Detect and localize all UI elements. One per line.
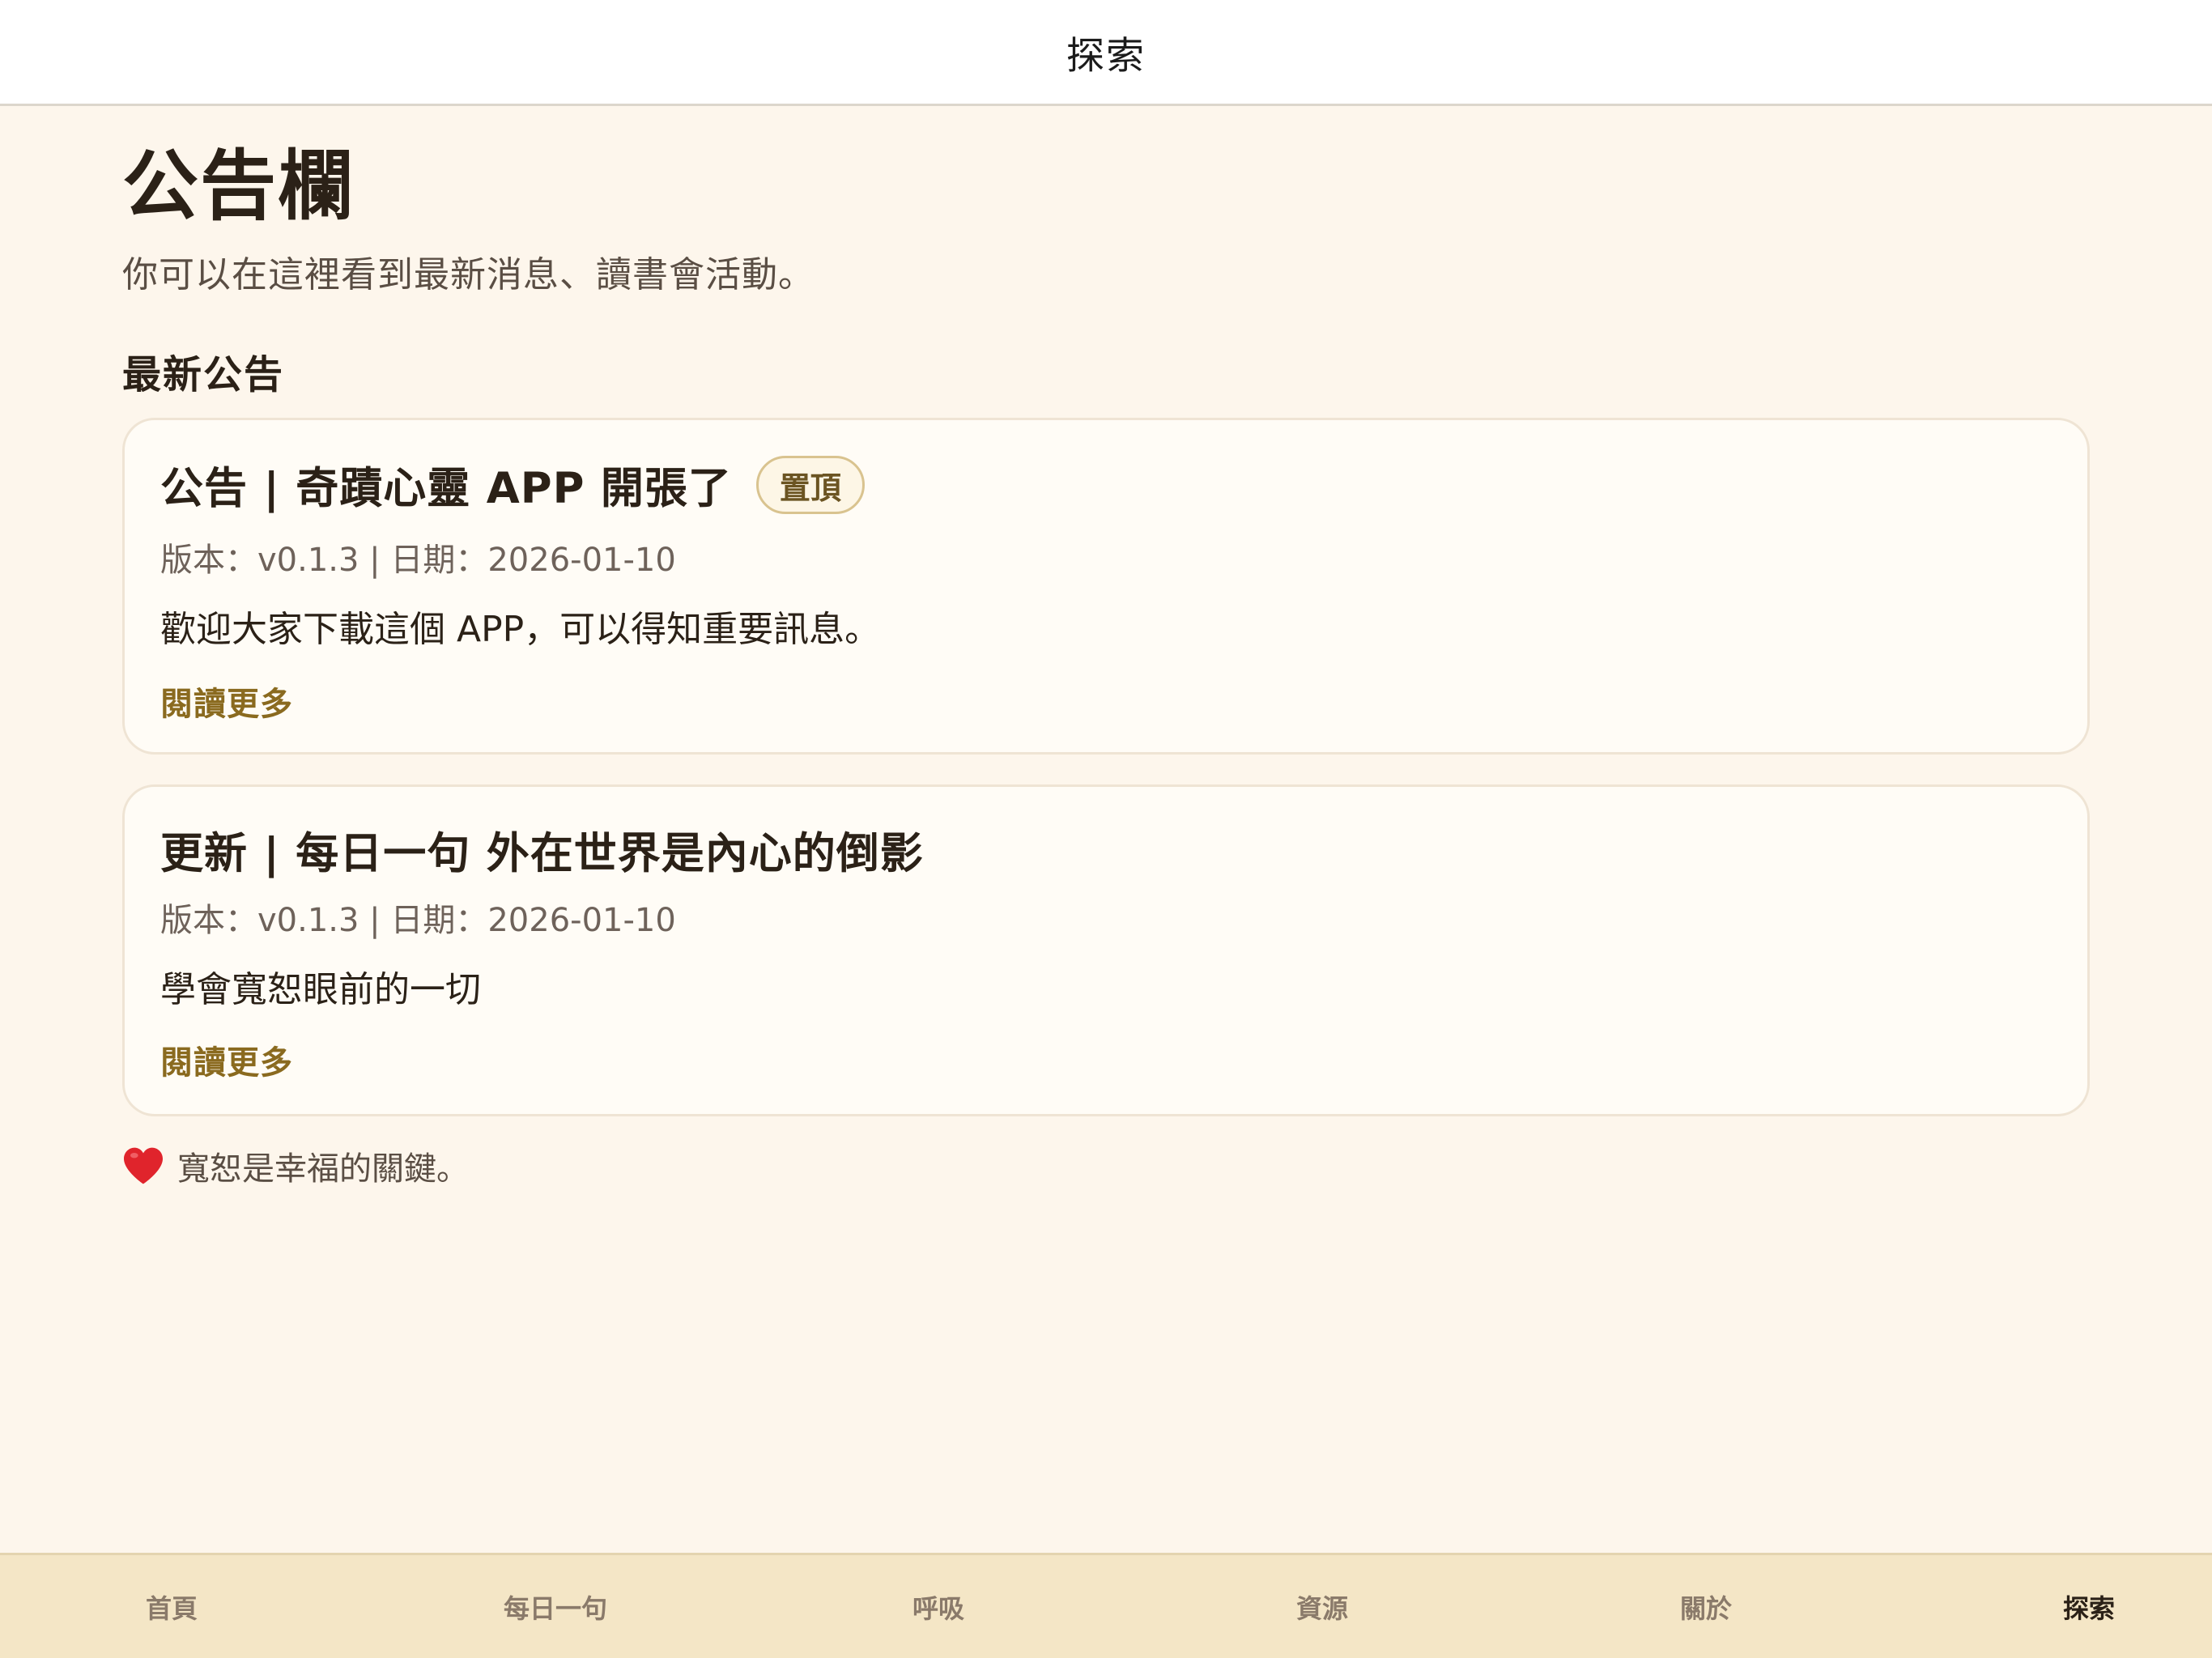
announcement-meta: 版本：v0.1.3 | 日期：2026-01-10	[160, 542, 676, 579]
page-subtitle: 你可以在這裡看到最新消息、讀書會活動。	[122, 254, 815, 295]
card-title-row: 公告 | 奇蹟心靈 APP 開張了 置頂	[160, 454, 865, 516]
read-more-link[interactable]: 閱讀更多	[160, 678, 293, 725]
tab-about[interactable]: 關於	[1664, 1555, 1748, 1658]
heart-icon	[124, 1147, 163, 1184]
tab-daily-quote[interactable]: 每日一句	[487, 1555, 623, 1658]
footer-note-text: 寬恕是幸福的關鍵。	[177, 1150, 469, 1188]
announcement-card: 更新 | 每日一句 外在世界是內心的倒影 版本：v0.1.3 | 日期：2026…	[122, 784, 2090, 1116]
pinned-badge: 置頂	[755, 456, 865, 514]
announcement-title: 公告 | 奇蹟心靈 APP 開張了	[160, 464, 732, 513]
announcement-title: 更新 | 每日一句 外在世界是內心的倒影	[160, 829, 924, 878]
nav-title: 探索	[1066, 33, 1146, 79]
announcement-body: 歡迎大家下載這個 APP，可以得知重要訊息。	[160, 609, 881, 650]
tab-home[interactable]: 首頁	[130, 1555, 214, 1658]
read-more-link[interactable]: 閱讀更多	[160, 1036, 293, 1083]
tab-explore[interactable]: 探索	[2047, 1555, 2131, 1658]
card-title-row: 更新 | 每日一句 外在世界是內心的倒影	[160, 819, 924, 881]
announcement-card: 公告 | 奇蹟心靈 APP 開張了 置頂 版本：v0.1.3 | 日期：2026…	[122, 418, 2090, 755]
section-title: 最新公告	[122, 352, 285, 397]
tab-resources[interactable]: 資源	[1280, 1555, 1364, 1658]
bottom-tab-bar: 首頁 每日一句 呼吸 資源 關於 探索	[0, 1553, 2212, 1658]
footer-note: 寬恕是幸福的關鍵。	[122, 1142, 469, 1189]
page-title: 公告欄	[122, 142, 356, 231]
tab-breathe[interactable]: 呼吸	[896, 1555, 981, 1658]
announcement-meta: 版本：v0.1.3 | 日期：2026-01-10	[160, 902, 676, 939]
top-navigation-bar: 探索	[0, 0, 2212, 106]
announcement-body: 學會寬恕眼前的一切	[160, 969, 481, 1010]
